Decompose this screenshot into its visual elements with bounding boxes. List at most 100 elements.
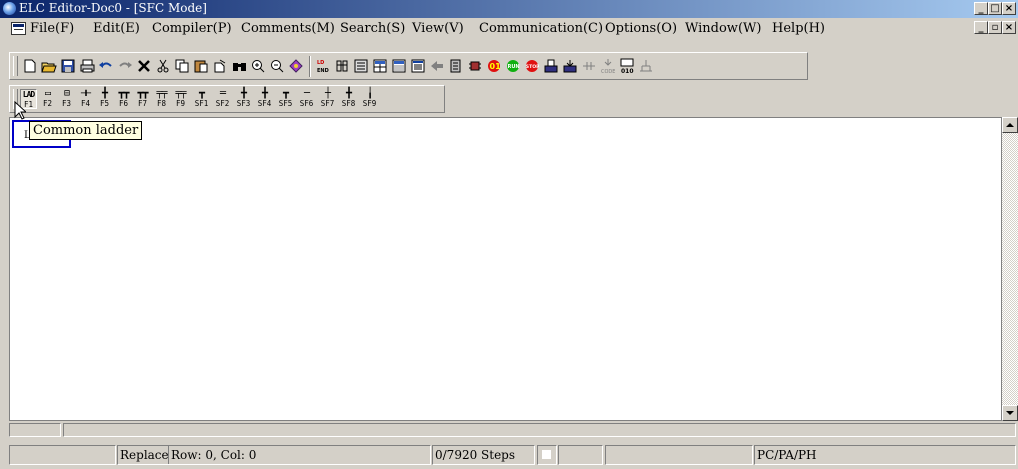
instruction-icon[interactable] [334,58,350,74]
monitor-table-icon[interactable] [391,58,407,74]
status-cell-mode: Replace Row: 0, Col: 0 [117,445,431,465]
status-plc-type: PC/PA/PH [754,445,1016,465]
svg-text:RUN: RUN [508,64,520,70]
cut-icon[interactable] [155,58,171,74]
status-steps: 0/7920 Steps [432,445,535,465]
copy-icon[interactable] [174,58,190,74]
menu-options[interactable]: Options(O) [605,21,677,36]
scroll-down-button[interactable] [1002,405,1018,421]
window-title: ELC Editor-Doc0 - [SFC Mode] [19,1,207,15]
binary-io-icon[interactable]: 0101 [619,58,635,74]
status-blank-1 [9,445,116,465]
save-icon[interactable] [60,58,76,74]
fkey-sf4[interactable]: ╋ SF4 [256,89,273,109]
vertical-scrollbar[interactable] [1002,117,1018,421]
paste-special-icon[interactable] [212,58,228,74]
lad-end-icon[interactable]: LD END [315,58,331,74]
app-icon[interactable] [3,2,16,15]
maximize-button[interactable]: □ [988,2,1002,15]
fkey-sf7[interactable]: ┼ SF7 [319,89,336,109]
menu-view[interactable]: View(V) [412,21,464,36]
status-indicator-box [542,450,551,459]
redo-icon[interactable] [117,58,133,74]
doc-restore-button[interactable]: ▫ [988,21,1002,34]
help-book-icon[interactable] [288,58,304,74]
svg-text:0101: 0101 [621,68,634,74]
zoom-out-icon[interactable] [269,58,285,74]
convert-icon[interactable] [353,58,369,74]
svg-text:END: END [317,68,329,74]
download-icon[interactable] [562,58,578,74]
device-table-icon[interactable] [372,58,388,74]
tooltip: Common ladder [29,121,143,140]
doc-close-button[interactable]: × [1002,21,1016,34]
contact-icon[interactable] [581,58,597,74]
run-icon[interactable]: RUN [505,58,521,74]
svg-text:LD: LD [317,60,324,66]
toolbar-separator [309,56,311,77]
open-folder-icon[interactable] [41,58,57,74]
fkey-sf9[interactable]: ╽ SF9 [361,89,378,109]
sfc-toolbar: LAD F1 ▭ F2 ⊟ F3 ⊣⊢ F4 ╋ F5 ┳┳ F6 ┳┳ F7 ╤╤ F8 ╤╤… [9,85,445,113]
menu-window[interactable]: Window(W) [685,21,761,36]
menu-search[interactable]: Search(S) [340,21,405,36]
delete-icon[interactable] [136,58,152,74]
status-position: Row: 0, Col: 0 [171,448,257,462]
svg-text:01: 01 [490,62,502,71]
zoom-in-icon[interactable] [250,58,266,74]
fkey-sf1[interactable]: ┳ SF1 [193,89,210,109]
fkey-sf2[interactable]: ═ SF2 [214,89,231,109]
document-icon[interactable] [11,22,26,35]
fkey-sf8[interactable]: ╋ SF8 [340,89,357,109]
fkey-sf3[interactable]: ╋ SF3 [235,89,252,109]
fkey-f5[interactable]: ╋ F5 [96,89,113,109]
write-to-plc-icon[interactable] [448,58,464,74]
upload-icon[interactable] [543,58,559,74]
print-icon[interactable] [79,58,95,74]
toolbar-grip[interactable] [13,56,18,76]
settings-icon[interactable] [638,58,654,74]
status-blank-2 [558,445,603,465]
fkey-f3[interactable]: ⊟ F3 [58,89,75,109]
undo-icon[interactable] [98,58,114,74]
main-toolbar: LD END 01 RUN STOP CODE 0101 [9,52,808,80]
title-bar: ELC Editor-Doc0 - [SFC Mode] _ □ × [0,0,1018,18]
stop-icon[interactable]: STOP [524,58,540,74]
menu-file[interactable]: File(F) [30,21,74,36]
panel-segment-right [63,423,1016,437]
mouse-pointer-icon [14,101,26,120]
code-icon[interactable]: CODE [600,58,616,74]
read-from-plc-icon[interactable] [429,58,445,74]
minimize-button[interactable]: _ [974,2,988,15]
horizontal-panel [0,421,1018,438]
close-button[interactable]: × [1002,2,1016,15]
status-bar: Replace Row: 0, Col: 0 0/7920 Steps PC/PA… [0,441,1018,467]
fkey-f9[interactable]: ╤╤ F9 [172,89,189,109]
fkey-f6[interactable]: ┳┳ F6 [115,89,132,109]
scroll-up-button[interactable] [1002,117,1018,133]
menu-communication[interactable]: Communication(C) [479,21,603,36]
doc-minimize-button[interactable]: _ [974,21,988,34]
sfc-editor-canvas[interactable]: LAD [9,117,1002,421]
find-binoculars-icon[interactable] [231,58,247,74]
fkey-f2[interactable]: ▭ F2 [39,89,56,109]
fkey-f4[interactable]: ⊣⊢ F4 [77,89,94,109]
svg-text:STOP: STOP [526,64,539,70]
status-indicator [537,445,557,465]
paste-icon[interactable] [193,58,209,74]
menu-bar: File(F) Edit(E) Compiler(P) Comments(M) … [0,18,1018,40]
menu-compiler[interactable]: Compiler(P) [152,21,232,36]
online-icon[interactable]: 01 [486,58,502,74]
menu-comments[interactable]: Comments(M) [241,21,335,36]
fkey-sf6[interactable]: ─ SF6 [298,89,315,109]
new-file-icon[interactable] [22,58,38,74]
plc-transfer-icon[interactable] [467,58,483,74]
menu-help[interactable]: Help(H) [772,21,825,36]
status-blank-3 [605,445,753,465]
menu-edit[interactable]: Edit(E) [93,21,140,36]
fkey-sf5[interactable]: ┳ SF5 [277,89,294,109]
fkey-f7[interactable]: ┳┳ F7 [134,89,151,109]
list-window-icon[interactable] [410,58,426,74]
status-mode: Replace [120,446,169,464]
fkey-f8[interactable]: ╤╤ F8 [153,89,170,109]
